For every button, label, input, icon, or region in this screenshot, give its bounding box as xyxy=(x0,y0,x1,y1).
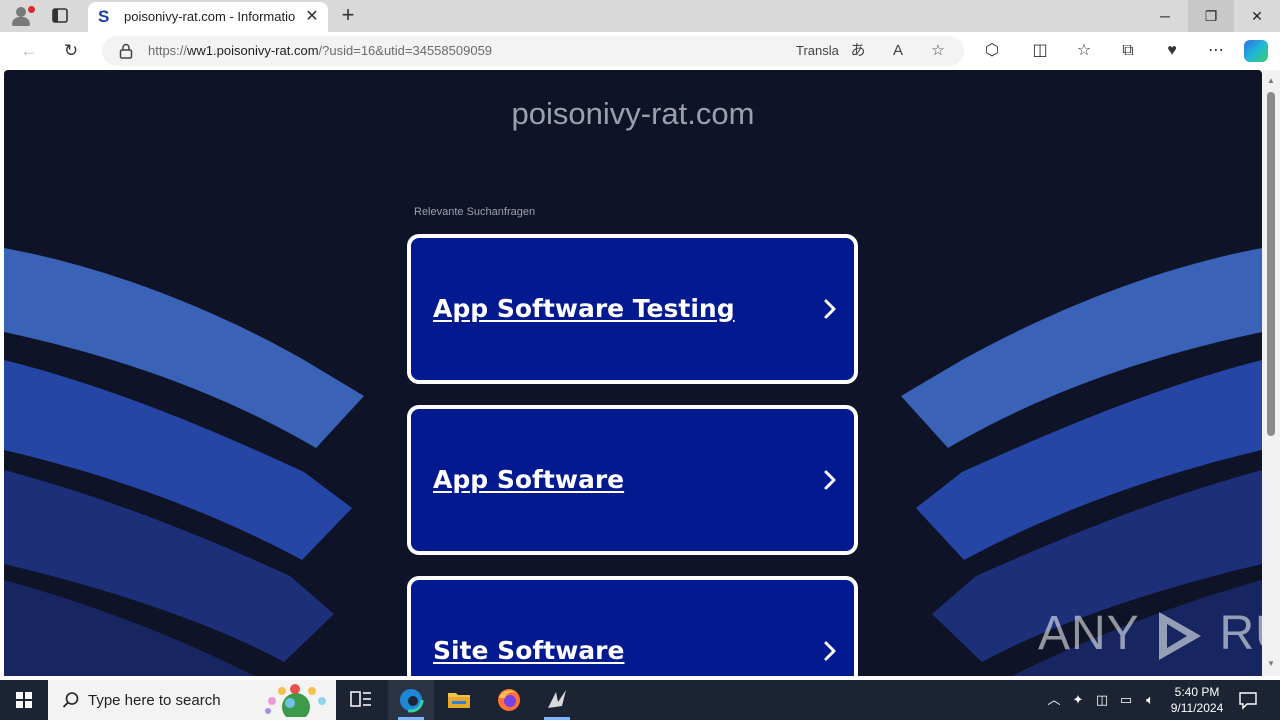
collections-icon[interactable]: ⧉ xyxy=(1114,38,1142,64)
address-bar[interactable]: https://ww1.poisonivy-rat.com/?usid=16&u… xyxy=(102,36,964,66)
profile-avatar-icon[interactable] xyxy=(8,4,36,28)
url-text[interactable]: https://ww1.poisonivy-rat.com/?usid=16&u… xyxy=(148,43,492,58)
taskbar-search-box[interactable]: Type here to search xyxy=(48,680,336,720)
chevron-right-icon xyxy=(824,470,836,490)
search-card-app-software[interactable]: App Software xyxy=(407,405,858,555)
site-title: poisonivy-rat.com xyxy=(511,96,755,131)
scroll-up-icon[interactable]: ▲ xyxy=(1267,76,1275,85)
windows-start-icon[interactable] xyxy=(0,680,48,720)
lock-icon[interactable] xyxy=(118,42,134,60)
play-logo-icon xyxy=(1159,612,1202,661)
related-searches-label: Relevante Suchanfragen xyxy=(414,206,536,218)
search-card-app-software-testing[interactable]: App Software Testing xyxy=(407,234,858,384)
clock-date: 9/11/2024 xyxy=(1170,701,1224,715)
translate-icon[interactable]: あ xyxy=(846,39,870,63)
task-view-icon[interactable] xyxy=(338,680,384,720)
clock-time: 5:40 PM xyxy=(1174,685,1220,699)
close-window-button[interactable]: ✕ xyxy=(1234,0,1280,32)
split-screen-icon[interactable]: ◫ xyxy=(1026,38,1054,64)
favorite-star-icon[interactable]: ☆ xyxy=(926,39,950,63)
site-favicon-icon: S xyxy=(98,7,110,26)
search-placeholder: Type here to search xyxy=(88,692,221,709)
search-highlight-icon xyxy=(265,684,326,717)
search-card-label[interactable]: App Software Testing xyxy=(433,294,735,323)
favorites-icon[interactable]: ☆ xyxy=(1070,38,1098,64)
notification-icon[interactable] xyxy=(1238,690,1258,710)
new-tab-button[interactable]: + xyxy=(336,4,360,28)
taskbar-clock[interactable]: 5:40 PM 9/11/2024 xyxy=(1162,684,1232,716)
chevron-right-icon xyxy=(824,641,836,661)
tab-close-icon[interactable]: ✕ xyxy=(302,7,322,27)
chevron-right-icon xyxy=(824,299,836,319)
more-icon[interactable]: ⋯ xyxy=(1202,38,1230,64)
tab-title: poisonivy-rat.com - Information xyxy=(124,9,296,24)
file-explorer-icon[interactable] xyxy=(436,680,482,720)
tab-actions-icon[interactable] xyxy=(48,6,72,26)
performance-icon[interactable]: ♥ xyxy=(1158,38,1186,64)
scroll-down-icon[interactable]: ▼ xyxy=(1267,659,1275,668)
network-icon[interactable]: ▭ xyxy=(1116,690,1136,710)
read-aloud-icon[interactable]: A xyxy=(886,39,910,63)
edge-icon[interactable] xyxy=(388,680,434,720)
page-scrollbar[interactable]: ▲ ▼ xyxy=(1262,70,1280,676)
volume-icon[interactable]: 🔈︎ xyxy=(1140,690,1160,710)
copilot-icon[interactable] xyxy=(1244,40,1268,62)
minimize-button[interactable]: ─ xyxy=(1142,0,1188,32)
anyrun-watermark: ANY RUN xyxy=(1038,606,1262,664)
restore-button[interactable]: ❐ xyxy=(1188,0,1234,32)
page-viewport: poisonivy-rat.com Relevante Suchanfragen… xyxy=(4,70,1262,676)
translate-label[interactable]: Transla xyxy=(796,43,839,58)
browser-toolbar: ← ↻ https://ww1.poisonivy-rat.com/?usid=… xyxy=(0,32,1280,70)
back-icon[interactable]: ← xyxy=(16,38,42,64)
anyrun-icon[interactable] xyxy=(534,680,580,720)
search-card-label[interactable]: Site Software xyxy=(433,636,624,665)
active-tab[interactable]: S poisonivy-rat.com - Information ✕ xyxy=(88,2,328,32)
extensions-icon[interactable]: ⬡ xyxy=(978,38,1006,64)
taskbar: Type here to search ︿ ✦ ◫ ▭ 🔈︎ 5:40 PM 9… xyxy=(0,680,1280,720)
device-icon[interactable]: ◫ xyxy=(1092,690,1112,710)
search-icon xyxy=(62,692,79,708)
show-hidden-icons-icon[interactable]: ︿ xyxy=(1044,690,1064,710)
scrollbar-thumb[interactable] xyxy=(1267,92,1275,436)
firefox-icon[interactable] xyxy=(486,680,532,720)
reload-icon[interactable]: ↻ xyxy=(58,38,84,64)
anyrun-tray-icon[interactable]: ✦ xyxy=(1068,690,1088,710)
search-card-site-software[interactable]: Site Software xyxy=(407,576,858,676)
tab-strip: S poisonivy-rat.com - Information ✕ + ─ … xyxy=(0,0,1280,32)
search-card-label[interactable]: App Software xyxy=(433,465,624,494)
